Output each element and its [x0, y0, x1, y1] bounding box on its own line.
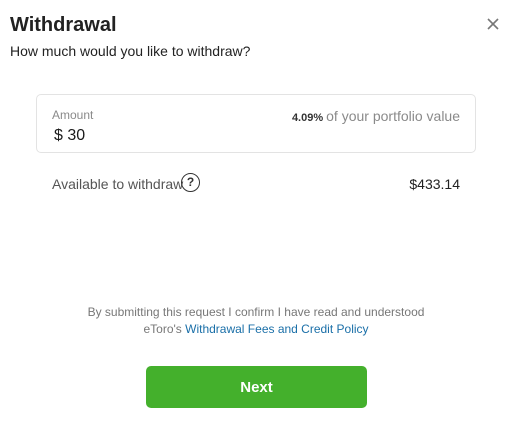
amount-input-box[interactable]: Amount $ 30 4.09% of your portfolio value — [36, 94, 476, 153]
page-title: Withdrawal — [10, 14, 117, 36]
close-icon-glyph — [487, 18, 499, 30]
amount-field[interactable]: $ 30 — [54, 127, 85, 145]
amount-label: Amount — [52, 108, 94, 122]
available-row: Available to withdraw ? $433.14 — [52, 173, 462, 195]
available-label: Available to withdraw — [52, 176, 184, 192]
withdrawal-modal: Withdrawal How much would you like to wi… — [0, 0, 512, 424]
disclaimer-prefix: eToro's — [143, 322, 182, 336]
fees-policy-link[interactable]: Withdrawal Fees and Credit Policy — [185, 322, 368, 336]
disclaimer-line: By submitting this request I confirm I h… — [87, 305, 425, 319]
close-icon[interactable] — [485, 16, 501, 32]
disclaimer: By submitting this request I confirm I h… — [0, 304, 512, 338]
next-button[interactable]: Next — [146, 366, 367, 408]
question-circle-icon[interactable]: ? — [181, 173, 200, 192]
portfolio-percentage: 4.09% of your portfolio value — [292, 108, 460, 124]
portfolio-percent-value: 4.09% — [291, 112, 324, 124]
page-subtitle: How much would you like to withdraw? — [10, 43, 251, 59]
portfolio-percent-text: of your portfolio value — [326, 108, 460, 124]
disclaimer-line-2: eToro's Withdrawal Fees and Credit Polic… — [0, 321, 512, 338]
available-amount: $433.14 — [409, 176, 460, 192]
